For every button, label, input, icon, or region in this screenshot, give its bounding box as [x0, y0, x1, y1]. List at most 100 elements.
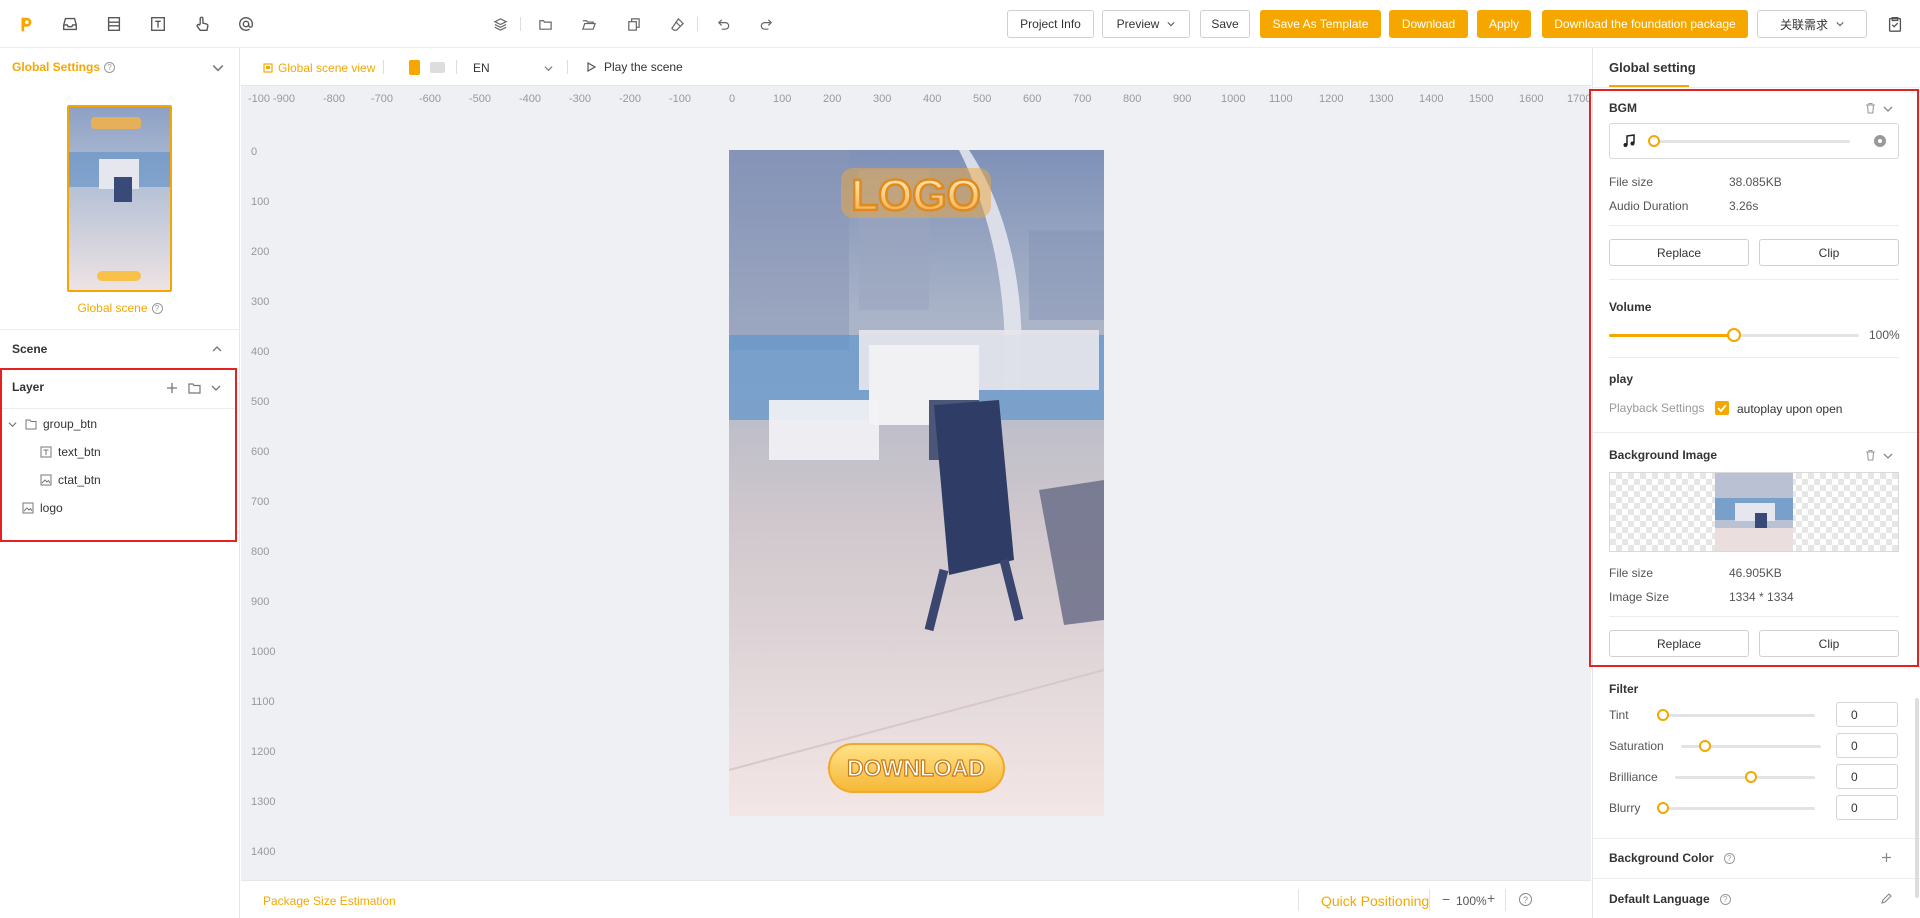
quick-positioning-button[interactable]: Quick Positioning: [1321, 893, 1429, 909]
layer-item-ctat-btn[interactable]: ctat_btn: [40, 470, 101, 490]
folder-icon[interactable]: [535, 14, 555, 34]
blurry-slider[interactable]: [1657, 802, 1815, 814]
zoom-in-icon[interactable]: +: [1487, 890, 1495, 906]
preview-button[interactable]: Preview: [1102, 10, 1190, 38]
save-as-template-button[interactable]: Save As Template: [1260, 10, 1381, 38]
audio-progress-track[interactable]: [1648, 135, 1850, 147]
cta-download-text[interactable]: DOWNLOAD: [846, 754, 985, 781]
chevron-down-icon[interactable]: [1883, 451, 1893, 461]
horizontal-ruler: -100 -900 -800 -700 -600 -500 -400 -300 -200 -100…: [241, 86, 1591, 108]
add-folder-icon[interactable]: [188, 382, 201, 394]
blurry-knob[interactable]: [1657, 802, 1669, 814]
linked-requirement-select[interactable]: 关联需求: [1757, 10, 1867, 38]
ruler-tick-label: 1100: [1269, 93, 1293, 105]
layout-icon[interactable]: [102, 12, 126, 36]
chevron-up-icon[interactable]: [212, 344, 222, 354]
saturation-input[interactable]: 0: [1836, 733, 1898, 758]
clipboard-check-icon[interactable]: [1883, 12, 1907, 36]
save-button[interactable]: Save: [1200, 10, 1250, 38]
right-panel-scrollbar[interactable]: [1915, 698, 1919, 898]
ruler-tick-label: 900: [1173, 93, 1192, 105]
help-icon[interactable]: ?: [151, 302, 163, 314]
edit-pencil-icon[interactable]: [1881, 893, 1892, 904]
chevron-down-icon[interactable]: [8, 420, 17, 429]
volume-slider[interactable]: [1609, 328, 1859, 342]
bg-file-size-value: 46.905KB: [1729, 566, 1782, 580]
copy-icon[interactable]: [623, 14, 643, 34]
ruler-tick-label: 500: [251, 396, 270, 408]
chevron-down-icon[interactable]: [1883, 104, 1893, 114]
add-layer-icon[interactable]: [166, 382, 178, 394]
bg-replace-button[interactable]: Replace: [1609, 630, 1749, 657]
trash-icon[interactable]: [1865, 102, 1876, 114]
filter-tint-label: Tint: [1609, 708, 1629, 722]
global-settings-header[interactable]: Global Settings ?: [12, 60, 116, 74]
play-scene-button[interactable]: Play the scene: [586, 60, 683, 74]
trash-icon[interactable]: [1865, 449, 1876, 461]
tint-slider[interactable]: [1657, 709, 1815, 721]
global-scene-text: Global scene: [77, 301, 148, 315]
help-icon[interactable]: ?: [1723, 852, 1735, 864]
help-icon[interactable]: ?: [1519, 893, 1532, 906]
autoplay-checkbox[interactable]: [1715, 401, 1729, 415]
layers-icon[interactable]: [490, 14, 510, 34]
global-scene-thumbnail[interactable]: [67, 105, 172, 292]
filter-title: Filter: [1609, 682, 1639, 696]
tab-global-setting[interactable]: Global setting: [1609, 60, 1696, 75]
scene-section-header[interactable]: Scene: [0, 329, 240, 365]
blurry-input[interactable]: 0: [1836, 795, 1898, 820]
saturation-knob[interactable]: [1699, 740, 1711, 752]
audio-progress-knob[interactable]: [1648, 135, 1660, 147]
landscape-orientation-toggle[interactable]: [430, 62, 445, 73]
play-title: play: [1609, 372, 1634, 386]
bgm-replace-button[interactable]: Replace: [1609, 239, 1749, 266]
eraser-icon[interactable]: [667, 14, 687, 34]
layer-item-group-btn[interactable]: group_btn: [8, 414, 97, 434]
layer-item-text-btn[interactable]: text_btn: [40, 442, 101, 462]
global-scene-view-tab[interactable]: Global scene view: [263, 61, 375, 75]
bg-clip-button[interactable]: Clip: [1759, 630, 1899, 657]
ruler-tick-label: 500: [973, 93, 992, 105]
portrait-orientation-toggle[interactable]: [409, 60, 420, 75]
download-foundation-button[interactable]: Download the foundation package: [1542, 10, 1748, 38]
tint-knob[interactable]: [1657, 709, 1669, 721]
scene-preview-canvas[interactable]: LOGO DOWNLOAD: [729, 150, 1104, 816]
folder-open-icon[interactable]: [578, 14, 598, 34]
project-info-button[interactable]: Project Info: [1007, 10, 1094, 38]
package-size-estimation-link[interactable]: Package Size Estimation: [263, 894, 396, 908]
default-language-header[interactable]: Default Language ?: [1609, 892, 1731, 906]
bgm-clip-button[interactable]: Clip: [1759, 239, 1899, 266]
volume-knob[interactable]: [1727, 328, 1741, 342]
music-note-icon: [1623, 134, 1635, 147]
brilliance-slider[interactable]: [1675, 771, 1815, 783]
zoom-out-icon[interactable]: −: [1442, 891, 1450, 907]
download-button[interactable]: Download: [1389, 10, 1468, 38]
brilliance-input[interactable]: 0: [1836, 764, 1898, 789]
hand-pointer-icon[interactable]: [190, 12, 214, 36]
help-icon[interactable]: ?: [1719, 893, 1731, 905]
saturation-slider[interactable]: [1681, 740, 1821, 752]
help-icon[interactable]: ?: [104, 61, 116, 73]
chevron-down-icon[interactable]: [211, 383, 221, 393]
language-select[interactable]: EN: [473, 60, 553, 76]
add-icon[interactable]: [1881, 852, 1892, 863]
at-sign-icon[interactable]: [234, 12, 258, 36]
audio-clear-icon[interactable]: [1874, 135, 1886, 147]
linked-requirement-label: 关联需求: [1779, 17, 1828, 32]
bgm-audio-player[interactable]: [1609, 123, 1899, 159]
brilliance-knob[interactable]: [1745, 771, 1757, 783]
ruler-tick-label: 300: [251, 296, 270, 308]
background-color-header[interactable]: Background Color ?: [1609, 851, 1735, 865]
inbox-icon[interactable]: [58, 12, 82, 36]
background-image-preview[interactable]: [1609, 472, 1899, 552]
apply-button[interactable]: Apply: [1477, 10, 1531, 38]
layer-panel: Layer group_btn text_btn ctat_btn logo: [0, 368, 237, 542]
chevron-down-icon[interactable]: [212, 62, 224, 74]
tint-input[interactable]: 0: [1836, 702, 1898, 727]
text-tool-icon[interactable]: [146, 12, 170, 36]
layer-item-logo[interactable]: logo: [22, 498, 63, 518]
undo-icon[interactable]: [713, 14, 733, 34]
logo-text[interactable]: LOGO: [850, 170, 982, 222]
redo-icon[interactable]: [756, 14, 776, 34]
global-scene-label[interactable]: Global scene ?: [0, 301, 240, 315]
